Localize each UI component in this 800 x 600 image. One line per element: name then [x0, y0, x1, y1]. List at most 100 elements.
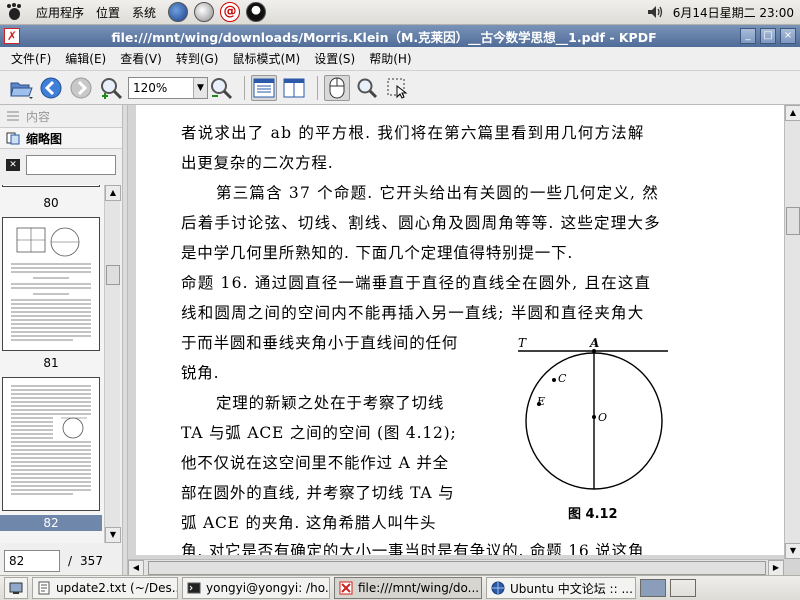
- task-text-editor[interactable]: update2.txt (~/Des...: [32, 577, 178, 599]
- magnifier-icon: [357, 78, 378, 98]
- scrollbar-thumb[interactable]: [106, 265, 120, 285]
- workspace-1[interactable]: [640, 579, 666, 597]
- system-menu[interactable]: 系统: [126, 4, 162, 21]
- text-line: 他不仅说在这空间里不能作过 A 并全: [181, 454, 449, 472]
- zoom-mode-button[interactable]: [354, 75, 380, 101]
- text-line: 线和圆周之间的空间内不能再插入另一直线; 半圆和直径夹角大: [181, 304, 645, 322]
- thumbnail-page-82[interactable]: [2, 377, 100, 511]
- menu-file[interactable]: 文件(F): [4, 50, 58, 67]
- open-folder-button[interactable]: [8, 75, 34, 101]
- volume-icon[interactable]: [647, 5, 665, 19]
- minimize-button[interactable]: _: [740, 28, 756, 44]
- forward-button[interactable]: [68, 75, 94, 101]
- two-page-view-button[interactable]: [281, 75, 307, 101]
- text-line: 弧 ACE 的夹角. 这角希腊人叫牛头: [181, 514, 437, 532]
- page-separator: /: [68, 554, 73, 568]
- thumbnail-scrollbar[interactable]: ▲ ▼: [104, 185, 121, 543]
- debian-launcher-icon[interactable]: @: [220, 2, 241, 22]
- tab-thumbnails-label: 缩略图: [26, 131, 63, 146]
- task-label: yongyi@yongyi: /ho...: [206, 581, 330, 595]
- thumbnail-label-selected: 82: [0, 515, 102, 531]
- thumbnail-list[interactable]: 80 81 82: [0, 185, 104, 543]
- text-editor-icon: [38, 581, 50, 595]
- text-line: 后着手讨论弦、切线、割线、圆心角及圆周角等等. 这些定理大多: [181, 214, 661, 232]
- maximize-button[interactable]: □: [760, 28, 776, 44]
- single-page-view-button[interactable]: [251, 74, 277, 101]
- applications-menu[interactable]: 应用程序: [30, 4, 90, 21]
- gnome-foot-icon[interactable]: [6, 3, 24, 21]
- text-line: TA 与弧 ACE 之间的空间 (图 4.12);: [181, 424, 457, 442]
- menu-go[interactable]: 转到(G): [169, 50, 226, 67]
- document-vertical-scrollbar[interactable]: ▲ ▼: [784, 105, 800, 559]
- thumbnail-preview: [11, 227, 91, 341]
- qq-launcher-icon[interactable]: [246, 2, 267, 22]
- chevron-down-icon[interactable]: ▼: [193, 77, 207, 98]
- figure-caption: 图 4.12: [568, 507, 618, 522]
- menu-mouse-mode[interactable]: 鼠标模式(M): [225, 50, 307, 67]
- text-line: 者说求出了 ab 的平方根. 我们将在第六篇里看到用几何方法解: [181, 124, 645, 142]
- scrollbar-thumb[interactable]: [148, 561, 766, 575]
- browse-mode-button[interactable]: [324, 74, 350, 101]
- kpdf-app-icon[interactable]: ✗: [4, 28, 20, 44]
- document-horizontal-scrollbar[interactable]: ◀ ▶: [128, 559, 784, 576]
- zoom-in-button[interactable]: [98, 75, 124, 101]
- workspace-2[interactable]: [670, 579, 696, 597]
- text-line: 是中学几何里所熟知的. 下面几个定理值得特别提一下.: [181, 244, 574, 262]
- toolbar-separator: [244, 75, 245, 100]
- tab-contents-label: 内容: [26, 109, 51, 124]
- terminal-icon: [187, 582, 201, 594]
- thumbnail-filter-input[interactable]: [26, 155, 116, 175]
- taskbar: update2.txt (~/Des... yongyi@yongyi: /ho…: [0, 575, 800, 600]
- task-label: Ubuntu 中文论坛 :: ...: [510, 581, 633, 596]
- menu-view[interactable]: 查看(V): [113, 50, 169, 67]
- thumbnail-label: 81: [43, 356, 59, 370]
- text-line: 定理的新颖之处在于考察了切线: [216, 394, 445, 412]
- scroll-left-icon[interactable]: ◀: [128, 560, 144, 576]
- browser-launcher-icon[interactable]: [168, 2, 189, 22]
- thumbnail-filter: ✕: [0, 152, 122, 178]
- pdf-page[interactable]: 者说求出了 ab 的平方根. 我们将在第六篇里看到用几何方法解 出更复杂的二次方…: [136, 105, 784, 555]
- scroll-up-icon[interactable]: ▲: [105, 185, 121, 201]
- menu-edit[interactable]: 编辑(E): [58, 50, 113, 67]
- scroll-right-icon[interactable]: ▶: [768, 560, 784, 576]
- clock[interactable]: 6月14日星期二 23:00: [673, 4, 794, 21]
- scroll-down-icon[interactable]: ▼: [785, 543, 800, 559]
- folder-open-icon: [10, 82, 33, 99]
- task-browser[interactable]: Ubuntu 中文论坛 :: ...: [486, 577, 636, 599]
- places-menu[interactable]: 位置: [90, 4, 126, 21]
- clear-filter-icon[interactable]: ✕: [6, 159, 20, 171]
- scroll-up-icon[interactable]: ▲: [785, 105, 800, 121]
- show-desktop-button[interactable]: [4, 577, 28, 599]
- back-button[interactable]: [38, 75, 64, 101]
- task-terminal[interactable]: yongyi@yongyi: /ho...: [182, 577, 330, 599]
- sidebar: 内容 缩略图 ✕ 80 81 82 ▲ ▼ 82 / 357: [0, 105, 122, 575]
- selection-icon: [387, 78, 408, 99]
- total-pages: 357: [80, 554, 103, 568]
- thumbnails-icon: [6, 131, 20, 145]
- mail-launcher-icon[interactable]: [194, 2, 215, 22]
- task-label: file:///mnt/wing/do...: [358, 581, 480, 595]
- document-viewport[interactable]: 者说求出了 ab 的平方根. 我们将在第六篇里看到用几何方法解 出更复杂的二次方…: [128, 105, 800, 576]
- menu-settings[interactable]: 设置(S): [307, 50, 362, 67]
- current-page-input[interactable]: 82: [4, 550, 60, 572]
- arrow-left-icon: [40, 77, 62, 98]
- zoom-out-button[interactable]: [208, 75, 234, 101]
- menu-help[interactable]: 帮助(H): [362, 50, 418, 67]
- scrollbar-thumb[interactable]: [786, 207, 800, 235]
- select-mode-button[interactable]: [384, 75, 410, 101]
- scroll-down-icon[interactable]: ▼: [105, 527, 121, 543]
- task-kpdf[interactable]: file:///mnt/wing/do...: [334, 577, 482, 599]
- arrow-right-icon: [70, 77, 92, 98]
- page-navigator: 82 / 357: [0, 548, 122, 574]
- window-titlebar[interactable]: ✗ file:///mnt/wing/downloads/Morris.Klei…: [0, 25, 800, 47]
- kpdf-icon: [339, 581, 353, 595]
- zoom-select[interactable]: 120% ▼: [128, 76, 208, 99]
- thumbnail-page-80[interactable]: [2, 185, 100, 187]
- list-view-icon: [253, 78, 275, 97]
- tab-contents[interactable]: 内容: [0, 105, 122, 127]
- close-button[interactable]: ×: [780, 28, 796, 44]
- toolbar: 120% ▼: [0, 71, 800, 105]
- zoom-out-icon: [211, 77, 233, 99]
- thumbnail-page-81[interactable]: [2, 217, 100, 351]
- tab-thumbnails[interactable]: 缩略图: [0, 127, 122, 149]
